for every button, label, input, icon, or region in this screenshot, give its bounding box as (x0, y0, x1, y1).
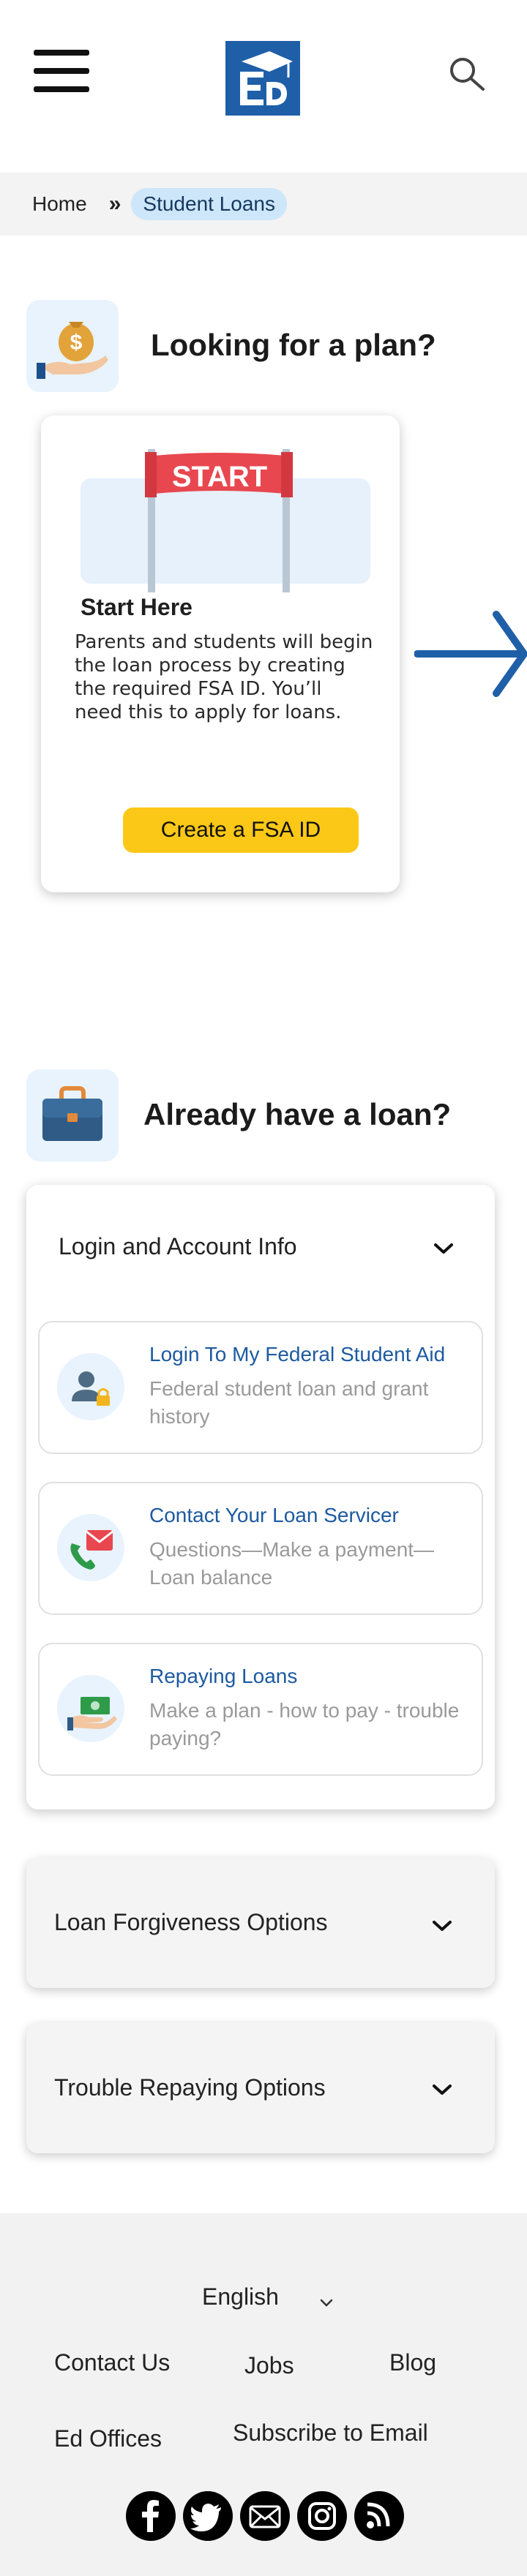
accordion-label: Trouble Repaying Options (54, 2074, 326, 2101)
start-here-description: Parents and students will begin the loan… (75, 631, 373, 723)
start-here-title: Start Here (81, 594, 193, 620)
twitter-icon[interactable] (183, 2491, 233, 2541)
start-banner-illustration: START (81, 442, 370, 598)
accordion-loan-forgiveness[interactable]: Loan Forgiveness Options (26, 1858, 495, 1988)
email-icon[interactable] (240, 2491, 290, 2541)
language-selector[interactable]: English (202, 2283, 279, 2311)
accordion-trouble-repaying[interactable]: Trouble Repaying Options (26, 2023, 495, 2153)
loan-section-title: Already have a loan? (143, 1097, 452, 1131)
chevron-down-icon[interactable] (433, 1242, 454, 1255)
site-header (0, 0, 527, 173)
link-title: Repaying Loans (149, 1665, 298, 1687)
link-title: Login To My Federal Student Aid (149, 1343, 446, 1366)
arrow-right-icon[interactable] (414, 609, 527, 699)
site-footer: English Contact Us Jobs Blog Ed Offices … (0, 2213, 527, 2576)
chevron-down-icon[interactable] (432, 1919, 452, 1932)
start-here-card: START Start Here Parents and students wi… (41, 415, 400, 892)
link-title: Contact Your Loan Servicer (149, 1504, 399, 1526)
breadcrumb-home-link[interactable]: Home (32, 192, 87, 216)
footer-link-contact[interactable]: Contact Us (54, 2349, 170, 2376)
phone-mail-icon (57, 1514, 124, 1581)
user-lock-icon (57, 1353, 124, 1420)
breadcrumb-current: Student Loans (131, 188, 287, 220)
chevron-down-icon[interactable] (319, 2298, 334, 2308)
accordion-label: Loan Forgiveness Options (54, 1909, 328, 1935)
chevron-down-icon[interactable] (432, 2083, 452, 2096)
svg-text:$: $ (70, 331, 83, 355)
create-fsa-id-button[interactable]: Create a FSA ID (123, 807, 359, 853)
footer-link-offices[interactable]: Ed Offices (54, 2425, 162, 2452)
social-links (126, 2491, 404, 2541)
hamburger-menu-icon[interactable] (34, 47, 91, 94)
link-card-repaying-loans[interactable]: Repaying Loans Make a plan - how to pay … (38, 1643, 483, 1776)
facebook-icon[interactable] (126, 2491, 176, 2541)
start-banner-text: START (172, 461, 267, 493)
breadcrumb-separator: » (108, 192, 122, 216)
rss-icon[interactable] (354, 2491, 404, 2541)
breadcrumb: Home » Student Loans (0, 173, 527, 236)
plan-section-title: Looking for a plan? (151, 328, 436, 362)
link-card-loan-servicer[interactable]: Contact Your Loan Servicer Questions—Mak… (38, 1482, 483, 1615)
link-subtitle: Questions—Make a payment—Loan balance (149, 1538, 435, 1589)
ed-logo[interactable] (225, 41, 300, 116)
link-subtitle: Federal student loan and grant history (149, 1377, 429, 1428)
link-card-federal-student-aid[interactable]: Login To My Federal Student Aid Federal … (38, 1321, 483, 1454)
search-icon[interactable] (445, 53, 489, 97)
login-account-panel: Login and Account Info Login To My Feder… (26, 1185, 495, 1809)
money-bag-icon: $ (26, 300, 119, 392)
instagram-icon[interactable] (297, 2491, 347, 2541)
link-subtitle: Make a plan - how to pay - trouble payin… (149, 1699, 460, 1750)
footer-link-subscribe[interactable]: Subscribe to Email (233, 2419, 428, 2447)
footer-link-blog[interactable]: Blog (389, 2349, 436, 2376)
money-hand-icon (57, 1675, 124, 1742)
footer-link-jobs[interactable]: Jobs (244, 2352, 294, 2379)
briefcase-icon (26, 1069, 119, 1161)
login-account-panel-title[interactable]: Login and Account Info (59, 1233, 297, 1260)
